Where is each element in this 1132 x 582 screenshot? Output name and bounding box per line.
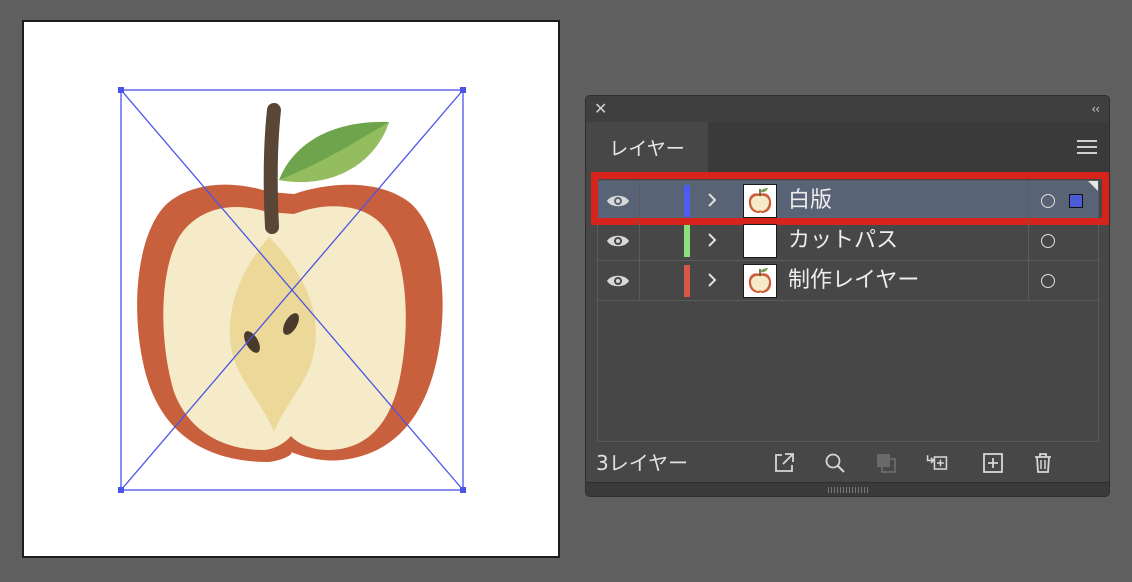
- tab-layers[interactable]: レイヤー: [586, 122, 708, 172]
- export-icon[interactable]: [772, 451, 796, 475]
- collapse-panel-icon[interactable]: ‹‹: [1091, 99, 1100, 119]
- layer-name[interactable]: 白版: [788, 181, 832, 221]
- eye-visibility-icon[interactable]: [606, 193, 630, 209]
- trash-icon[interactable]: [1031, 451, 1055, 475]
- chevron-right-icon[interactable]: [706, 191, 718, 209]
- divider: [1028, 261, 1029, 300]
- layer-count: 3レイヤー: [596, 451, 689, 475]
- layer-row-cutpath[interactable]: カットパス: [598, 221, 1098, 261]
- panel-resize-handle[interactable]: [586, 482, 1109, 496]
- divider: [1028, 181, 1029, 220]
- selection-indicator-square[interactable]: [1069, 194, 1083, 208]
- divider: [639, 221, 640, 260]
- search-icon[interactable]: [823, 451, 847, 475]
- layer-color-bar: [684, 185, 690, 217]
- panel-menu-icon[interactable]: [1077, 140, 1097, 154]
- selected-corner-marker: [1088, 181, 1098, 191]
- panel-tabbar: レイヤー: [586, 122, 1109, 172]
- apple-stem: [263, 103, 281, 234]
- grip-icon[interactable]: [828, 487, 868, 493]
- layer-thumbnail: [743, 264, 777, 298]
- move-to-new-layer-icon[interactable]: [925, 451, 949, 475]
- target-circle-icon[interactable]: [1041, 274, 1055, 288]
- divider: [639, 261, 640, 300]
- panel-footer: 3レイヤー: [586, 446, 1109, 480]
- target-circle-icon[interactable]: [1041, 234, 1055, 248]
- layer-color-bar: [684, 265, 690, 297]
- layer-thumbnail: [743, 224, 777, 258]
- divider: [1028, 221, 1029, 260]
- layer-color-bar: [684, 225, 690, 257]
- red-highlight-box: [591, 172, 1109, 225]
- apple-artwork[interactable]: [24, 22, 558, 556]
- layer-row-shiroban[interactable]: 白版: [591, 172, 1109, 225]
- eye-visibility-icon[interactable]: [606, 273, 630, 289]
- target-circle-icon[interactable]: [1041, 194, 1055, 208]
- close-icon[interactable]: ✕: [594, 98, 607, 120]
- layer-name[interactable]: カットパス: [788, 221, 898, 261]
- clipping-mask-icon: [877, 454, 896, 473]
- layer-row-seisaku[interactable]: 制作レイヤー: [598, 261, 1098, 301]
- apple-thumbnail-icon: [748, 268, 772, 293]
- chevron-right-icon[interactable]: [706, 271, 718, 289]
- layer-list: 白版 カットパス 制作レイヤー: [591, 172, 1109, 442]
- apple-thumbnail-icon: [748, 188, 772, 213]
- eye-visibility-icon[interactable]: [606, 233, 630, 249]
- layers-panel: ✕ ‹‹ レイヤー 白版 カットパス 制作レイヤー 3レイヤー: [585, 95, 1110, 497]
- chevron-right-icon[interactable]: [706, 231, 718, 249]
- divider: [639, 181, 640, 220]
- layer-name[interactable]: 制作レイヤー: [788, 261, 919, 301]
- artboard[interactable]: [22, 20, 560, 558]
- layer-thumbnail: [743, 184, 777, 218]
- panel-titlebar[interactable]: ✕ ‹‹: [586, 96, 1109, 122]
- new-layer-icon[interactable]: [981, 451, 1005, 475]
